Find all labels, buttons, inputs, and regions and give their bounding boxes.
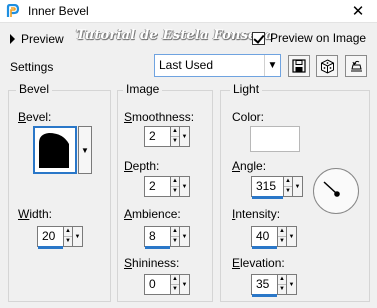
elevation-spinner[interactable]: 35 ▲ ▼ ▼	[251, 274, 297, 297]
close-button[interactable]: ✕	[343, 1, 373, 22]
bevel-dropdown-button[interactable]: ▼	[78, 126, 92, 174]
reset-icon	[350, 60, 362, 72]
preview-toggle[interactable]: Preview	[10, 31, 64, 47]
angle-stepper[interactable]: ▲ ▼	[283, 176, 293, 197]
intensity-label: Intensity:	[232, 207, 281, 221]
preview-on-image-label: Preview on Image	[270, 31, 367, 45]
light-group-title: Light	[230, 82, 263, 96]
image-group-title: Image	[123, 82, 163, 96]
intensity-slider-button[interactable]: ▼	[287, 226, 297, 247]
shininess-label: Shininess:	[124, 256, 180, 270]
angle-value[interactable]: 315	[251, 176, 283, 199]
depth-value[interactable]: 2	[144, 176, 170, 197]
width-stepper[interactable]: ▲ ▼	[63, 226, 73, 247]
angle-dial[interactable]	[313, 168, 359, 214]
depth-stepper[interactable]: ▲ ▼	[170, 176, 180, 197]
window-title: Inner Bevel	[28, 4, 89, 18]
shininess-slider-button[interactable]: ▼	[180, 274, 190, 295]
color-label: Color:	[232, 110, 265, 124]
angle-spinner[interactable]: 315 ▲ ▼ ▼	[251, 176, 303, 199]
preview-label: Preview	[21, 32, 64, 46]
light-color-swatch[interactable]	[250, 126, 300, 152]
ambience-slider-track[interactable]	[145, 246, 170, 249]
angle-dial-needle-icon	[323, 181, 340, 197]
intensity-spinner[interactable]: 40 ▲ ▼ ▼	[251, 226, 297, 249]
intensity-value[interactable]: 40	[251, 226, 277, 249]
intensity-stepper[interactable]: ▲ ▼	[277, 226, 287, 247]
smoothness-slider-button[interactable]: ▼	[180, 126, 190, 147]
depth-spinner[interactable]: 2 ▲ ▼ ▼	[144, 176, 190, 197]
preset-dropdown[interactable]: Last Used ▼	[154, 54, 281, 77]
width-value[interactable]: 20	[37, 226, 63, 249]
depth-slider-button[interactable]: ▼	[180, 176, 190, 197]
elevation-stepper[interactable]: ▲ ▼	[277, 274, 287, 295]
depth-label: Depth:	[124, 159, 160, 173]
floppy-disk-icon	[292, 59, 306, 73]
width-spinner[interactable]: 20 ▲ ▼ ▼	[37, 226, 83, 249]
bevel-group-title: Bevel	[16, 82, 53, 96]
settings-label: Settings	[10, 60, 54, 74]
width-slider-track[interactable]	[38, 246, 63, 249]
randomize-button[interactable]	[316, 55, 338, 77]
intensity-slider-track[interactable]	[252, 246, 277, 249]
width-label: Width:	[18, 207, 53, 221]
reset-button[interactable]	[345, 55, 367, 77]
elevation-slider-track[interactable]	[252, 294, 277, 297]
angle-slider-track[interactable]	[252, 196, 283, 199]
preview-on-image-toggle[interactable]: Preview on Image	[252, 31, 366, 45]
shininess-stepper[interactable]: ▲ ▼	[170, 274, 180, 295]
elevation-value[interactable]: 35	[251, 274, 277, 297]
preset-value: Last Used	[159, 58, 214, 72]
preview-on-image-checkbox[interactable]	[252, 31, 265, 45]
shininess-spinner[interactable]: 0 ▲ ▼ ▼	[144, 274, 190, 295]
smoothness-stepper[interactable]: ▲ ▼	[170, 126, 180, 147]
smoothness-value[interactable]: 2	[144, 126, 170, 147]
smoothness-spinner[interactable]: 2 ▲ ▼ ▼	[144, 126, 190, 147]
width-slider-button[interactable]: ▼	[73, 226, 83, 247]
angle-label: Angle:	[232, 159, 267, 173]
ambience-label: Ambience:	[124, 207, 181, 221]
ambience-stepper[interactable]: ▲ ▼	[170, 226, 180, 247]
smoothness-label: Smoothness:	[124, 110, 195, 124]
app-icon	[6, 4, 20, 17]
expand-arrow-icon	[10, 34, 15, 44]
elevation-slider-button[interactable]: ▼	[287, 274, 297, 295]
elevation-label: Elevation:	[232, 256, 285, 270]
watermark-text: Tutorial de Estela Fonseca	[76, 28, 274, 43]
save-preset-button[interactable]	[288, 55, 310, 77]
angle-slider-button[interactable]: ▼	[293, 176, 303, 197]
ambience-value[interactable]: 8	[144, 226, 170, 249]
bevel-shape-preview[interactable]	[33, 126, 77, 174]
ambience-slider-button[interactable]: ▼	[180, 226, 190, 247]
bevel-shape-icon	[39, 133, 69, 168]
chevron-down-icon: ▼	[264, 55, 280, 76]
bevel-label: Bevel:	[18, 110, 52, 124]
title-bar: Inner Bevel ✕	[0, 0, 377, 23]
dice-icon	[320, 58, 334, 74]
ambience-spinner[interactable]: 8 ▲ ▼ ▼	[144, 226, 190, 249]
shininess-value[interactable]: 0	[144, 274, 170, 295]
